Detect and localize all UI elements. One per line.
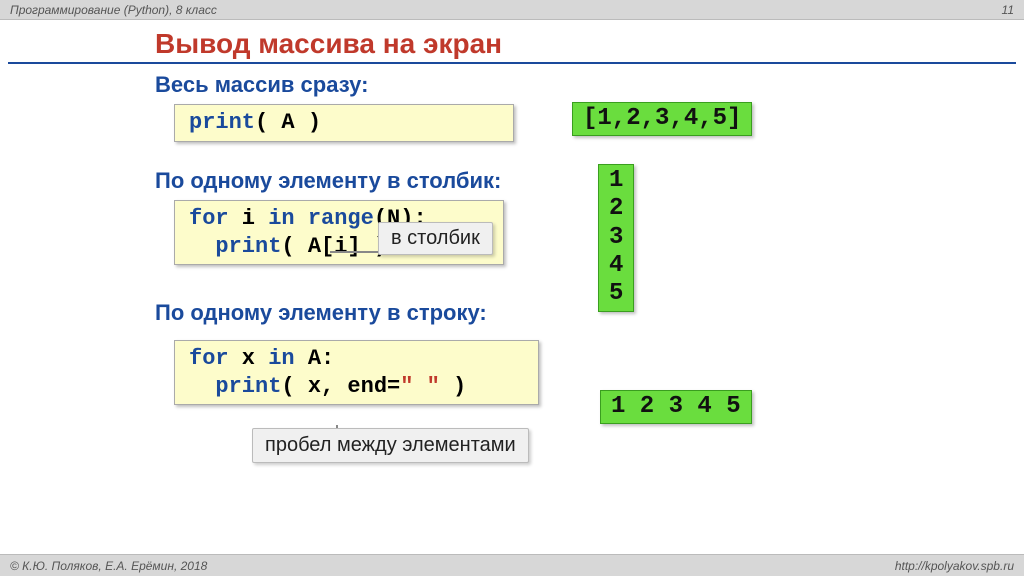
callout-column: в столбик [378, 222, 493, 255]
code-in-A: A: [295, 346, 335, 371]
code-args-1: ( A ) [255, 110, 321, 135]
output-whole-array: [1,2,3,4,5] [572, 102, 752, 136]
kw-for: for [189, 206, 229, 231]
kw-print-3: print [215, 374, 281, 399]
heading-per-element-column: По одному элементу в столбик: [155, 168, 501, 194]
code-indent-2 [189, 374, 215, 399]
code-i: i [229, 206, 269, 231]
code-close-paren: ) [440, 374, 466, 399]
title-underline [8, 62, 1016, 64]
footer-right: http://kpolyakov.spb.ru [895, 559, 1014, 573]
code-print-args-3: ( x, end= [281, 374, 400, 399]
top-bar: Программирование (Python), 8 класс 11 [0, 0, 1024, 20]
kw-range: range [308, 206, 374, 231]
code-indent [189, 234, 215, 259]
connector-line-1 [330, 251, 378, 253]
code-print-array: print( A ) [174, 104, 514, 142]
heading-per-element-row: По одному элементу в строку: [155, 300, 487, 326]
string-literal: " " [400, 374, 440, 399]
code-x: x [229, 346, 269, 371]
page-title: Вывод массива на экран [155, 28, 502, 60]
output-column: 1 2 3 4 5 [598, 164, 634, 312]
heading-whole-array: Весь массив сразу: [155, 72, 368, 98]
page-number: 11 [1002, 3, 1014, 17]
code-print-args-2: ( A[i] ) [281, 234, 387, 259]
footer-left: © К.Ю. Поляков, Е.А. Ерёмин, 2018 [10, 559, 207, 573]
kw-print: print [189, 110, 255, 135]
header-left: Программирование (Python), 8 класс [10, 3, 217, 17]
code-loop-row: for x in A: print( x, end=" " ) [174, 340, 539, 405]
code-space [295, 206, 308, 231]
footer-bar: © К.Ю. Поляков, Е.А. Ерёмин, 2018 http:/… [0, 554, 1024, 576]
output-row: 1 2 3 4 5 [600, 390, 752, 424]
kw-in-2: in [268, 346, 294, 371]
kw-for-2: for [189, 346, 229, 371]
kw-in: in [268, 206, 294, 231]
kw-print-2: print [215, 234, 281, 259]
callout-space: пробел между элементами [252, 428, 529, 463]
